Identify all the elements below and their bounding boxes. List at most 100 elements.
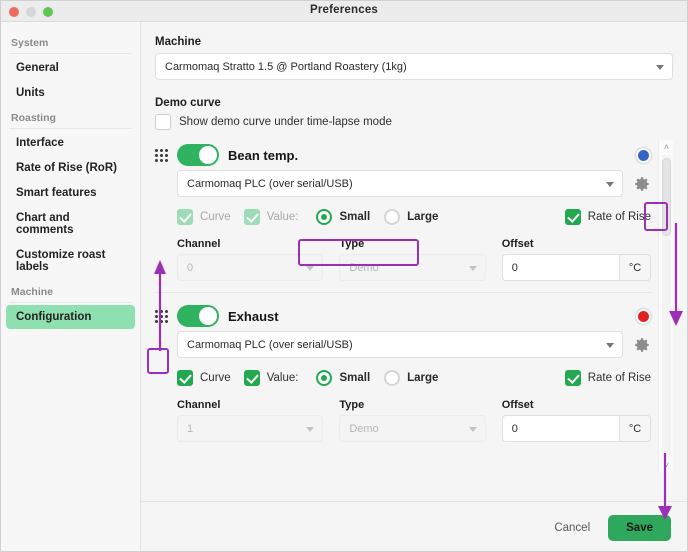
sidebar-divider xyxy=(9,302,132,303)
preferences-window: Preferences System General Units Roastin… xyxy=(0,0,688,552)
value-label: Value: xyxy=(266,372,299,384)
channel-number-select[interactable]: 0 xyxy=(177,254,324,281)
chevron-down-icon xyxy=(606,181,614,187)
channel-options-row: Curve Value: Small Large Rate of Rise xyxy=(155,366,651,390)
channel-title: Bean temp. xyxy=(228,147,299,163)
offset-field-label: Offset xyxy=(501,238,534,250)
red-dot[interactable] xyxy=(636,308,651,324)
channel-header: Exhaust xyxy=(155,301,651,331)
type-field: Type Demo xyxy=(339,399,486,442)
channel-card-bean-temp: Bean temp. Carmomaq PLC (over serial/USB… xyxy=(155,140,651,293)
vertical-scrollbar[interactable]: ˄ ˅ xyxy=(658,140,673,472)
title-bar: Preferences xyxy=(1,1,687,22)
value-label: Value: xyxy=(266,211,299,223)
sidebar-item-smart-features[interactable]: Smart features xyxy=(6,181,135,205)
type-select[interactable]: Demo xyxy=(339,254,486,281)
sidebar-item-customize-roast-labels[interactable]: Customize roast labels xyxy=(6,243,135,279)
cancel-button[interactable]: Cancel xyxy=(554,522,590,534)
sidebar-group-label: Roasting xyxy=(11,112,56,124)
offset-field: Offset 0 °C xyxy=(501,238,651,281)
window-body: System General Units Roasting Interface … xyxy=(1,22,687,551)
size-radio-large[interactable] xyxy=(384,370,401,386)
channel-number-select[interactable]: 1 xyxy=(177,415,324,442)
machine-select-value: Carmomaq Stratto 1.5 @ Portland Roastery… xyxy=(165,60,407,73)
channel-enable-toggle[interactable] xyxy=(177,305,219,327)
demo-curve-checkbox[interactable] xyxy=(155,114,171,130)
sidebar-divider xyxy=(9,128,132,129)
offset-unit: °C xyxy=(619,415,651,442)
size-radio-large-label: Large xyxy=(407,211,439,223)
blue-dot[interactable] xyxy=(636,147,651,163)
offset-input[interactable]: 0 xyxy=(501,415,619,442)
scrollbar-thumb[interactable] xyxy=(662,158,671,236)
channel-device-row: Carmomaq PLC (over serial/USB) xyxy=(155,331,651,358)
rate-of-rise-checkbox[interactable] xyxy=(564,370,581,386)
device-select[interactable]: Carmomaq PLC (over serial/USB) xyxy=(177,331,623,358)
curve-label: Curve xyxy=(200,372,231,384)
sidebar-item-configuration[interactable]: Configuration xyxy=(6,305,135,329)
scroll-up-arrow-icon[interactable]: ˄ xyxy=(659,140,673,154)
save-button[interactable]: Save xyxy=(608,514,671,541)
rate-of-rise-label: Rate of Rise xyxy=(587,372,651,384)
channel-options-row: Curve Value: Small Large Rate of Rise xyxy=(155,205,651,229)
sidebar-item-chart-and-comments[interactable]: Chart and comments xyxy=(6,206,135,242)
chevron-down-icon xyxy=(306,265,315,271)
sidebar-item-rate-of-rise[interactable]: Rate of Rise (RoR) xyxy=(6,156,135,180)
device-select[interactable]: Carmomaq PLC (over serial/USB) xyxy=(177,170,623,197)
size-radio-large-label: Large xyxy=(407,372,439,384)
window-title: Preferences xyxy=(309,4,379,16)
channel-card-exhaust: Exhaust Carmomaq PLC (over serial/USB) C… xyxy=(155,301,651,442)
offset-field: Offset 0 °C xyxy=(501,399,651,442)
main-pane: Machine Carmomaq Stratto 1.5 @ Portland … xyxy=(141,22,687,551)
value-checkbox[interactable] xyxy=(243,209,260,225)
demo-curve-row: Show demo curve under time-lapse mode xyxy=(155,114,673,130)
drag-handle-icon[interactable] xyxy=(155,309,168,324)
value-checkbox[interactable] xyxy=(243,370,260,386)
sidebar-group-label: Machine xyxy=(11,286,54,298)
channel-enable-toggle[interactable] xyxy=(177,144,219,166)
size-radio-small[interactable] xyxy=(316,209,333,225)
channels-scroll-area: Bean temp. Carmomaq PLC (over serial/USB… xyxy=(155,140,673,472)
offset-unit: °C xyxy=(619,254,651,281)
machine-label: Machine xyxy=(155,36,202,48)
channel-number-value: 0 xyxy=(187,261,194,274)
channel-fields-row: Channel 0 Type Demo Offset 0 °C xyxy=(155,238,651,281)
type-select[interactable]: Demo xyxy=(339,415,486,442)
demo-curve-label: Demo curve xyxy=(155,97,221,109)
divider xyxy=(155,292,651,293)
type-select-value: Demo xyxy=(349,261,379,274)
type-field-label: Type xyxy=(339,399,365,411)
size-radio-large[interactable] xyxy=(384,209,401,225)
dialog-footer: Cancel Save xyxy=(141,501,687,551)
chevron-down-icon xyxy=(468,265,477,271)
sidebar-item-general[interactable]: General xyxy=(6,56,135,80)
chevron-down-icon xyxy=(306,426,315,432)
scroll-down-arrow-icon[interactable]: ˅ xyxy=(659,458,673,472)
channel-field-label: Channel xyxy=(177,399,221,411)
size-radio-small[interactable] xyxy=(316,370,333,386)
sidebar-item-units[interactable]: Units xyxy=(6,81,135,105)
sidebar-divider xyxy=(9,53,132,54)
drag-handle-icon[interactable] xyxy=(155,148,168,163)
curve-checkbox[interactable] xyxy=(177,209,193,225)
channel-field: Channel 0 xyxy=(177,238,324,281)
size-radio-small-label: Small xyxy=(339,211,371,223)
curve-checkbox[interactable] xyxy=(177,370,193,386)
chevron-down-icon xyxy=(606,342,614,348)
demo-curve-checkbox-label: Show demo curve under time-lapse mode xyxy=(179,116,392,128)
channel-header: Bean temp. xyxy=(155,140,651,170)
gear-icon[interactable] xyxy=(633,175,651,193)
rate-of-rise-checkbox[interactable] xyxy=(564,209,581,225)
offset-input[interactable]: 0 xyxy=(501,254,619,281)
channel-number-value: 1 xyxy=(187,422,194,435)
channel-device-row: Carmomaq PLC (over serial/USB) xyxy=(155,170,651,197)
machine-select[interactable]: Carmomaq Stratto 1.5 @ Portland Roastery… xyxy=(155,53,673,80)
sidebar-item-interface[interactable]: Interface xyxy=(6,131,135,155)
curve-label: Curve xyxy=(200,211,231,223)
channel-field-label: Channel xyxy=(177,238,221,250)
gear-icon[interactable] xyxy=(633,336,651,354)
chevron-down-icon xyxy=(468,426,477,432)
device-select-value: Carmomaq PLC (over serial/USB) xyxy=(187,338,353,351)
channel-title: Exhaust xyxy=(228,308,279,324)
